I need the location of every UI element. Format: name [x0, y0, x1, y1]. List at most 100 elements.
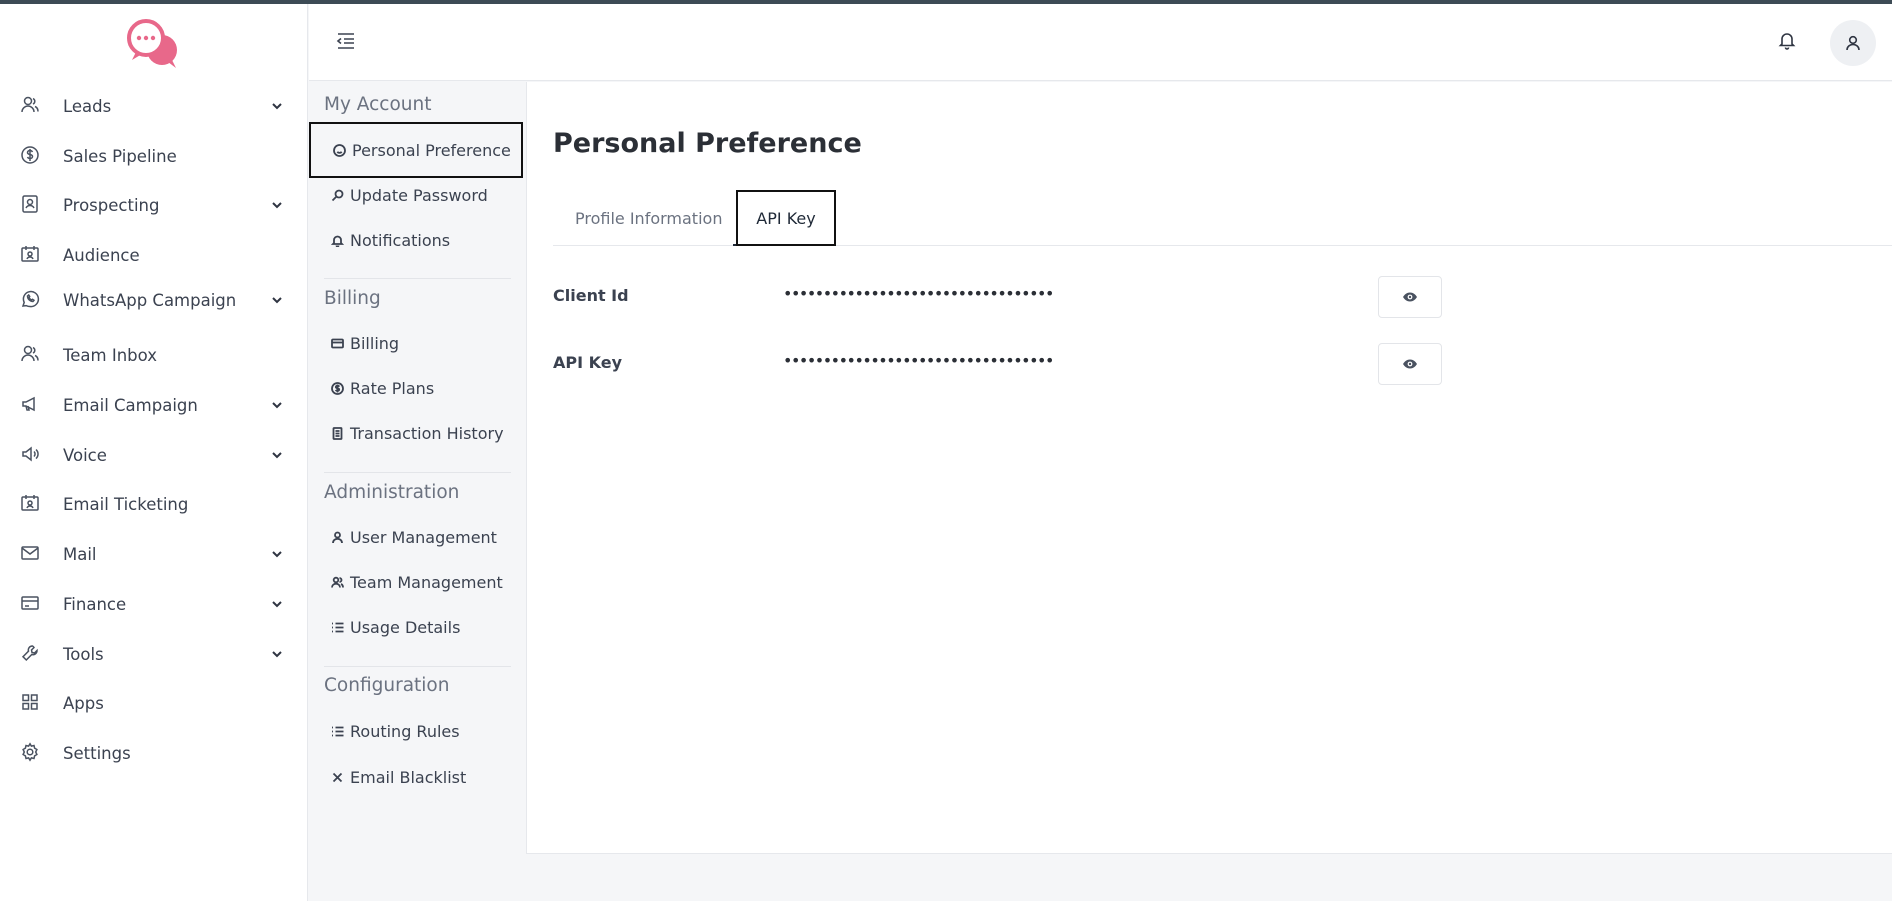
- sidebar-item-finance[interactable]: Finance: [0, 584, 308, 624]
- sidebar-item-audience[interactable]: Audience: [0, 235, 308, 275]
- submenu-item-email-blacklist[interactable]: Email Blacklist: [331, 762, 466, 792]
- eye-icon: [1403, 292, 1417, 302]
- collapse-menu-button[interactable]: [335, 30, 359, 54]
- sidebar-item-prospecting[interactable]: Prospecting: [0, 185, 308, 225]
- chevron-down-icon[interactable]: [270, 292, 284, 306]
- sidebar-item-label: Audience: [63, 245, 140, 265]
- sidebar-item-label: Sales Pipeline: [63, 146, 177, 166]
- list-icon: [332, 726, 344, 736]
- sidebar-item-mail[interactable]: Mail: [0, 534, 308, 574]
- sidebar-item-email-campaign[interactable]: Email Campaign: [0, 385, 308, 425]
- menu-collapse-icon: [336, 33, 354, 49]
- bell-icon: [1778, 33, 1796, 50]
- main-content: Personal Preference Profile Information …: [526, 82, 1892, 854]
- key-icon: [331, 189, 344, 201]
- submenu-divider: [324, 278, 511, 279]
- user-avatar-button[interactable]: [1830, 20, 1876, 66]
- main-sidebar: Leads Sales Pipeline Prospecting Audienc…: [0, 4, 308, 901]
- submenu-item-label: Update Password: [350, 185, 488, 205]
- submenu-item-update-password[interactable]: Update Password: [331, 180, 488, 210]
- close-icon: [332, 772, 343, 782]
- section-title-billing: Billing: [324, 288, 381, 309]
- submenu-item-notifications[interactable]: Notifications: [331, 225, 450, 255]
- section-title-my-account: My Account: [324, 94, 432, 115]
- submenu-divider: [324, 472, 511, 473]
- app-logo[interactable]: [124, 16, 182, 70]
- submenu-item-user-management[interactable]: User Management: [331, 522, 497, 552]
- submenu-item-routing-rules[interactable]: Routing Rules: [331, 716, 460, 746]
- receipt-icon: [332, 426, 343, 440]
- dollar-circle-icon: [331, 381, 344, 395]
- chevron-down-icon[interactable]: [270, 546, 284, 560]
- toggle-client-id-visibility-button[interactable]: [1378, 276, 1442, 318]
- sidebar-item-label: Voice: [63, 445, 107, 465]
- calendar-user-icon: [20, 493, 42, 515]
- submenu-item-label: Billing: [350, 333, 400, 353]
- smile-icon: [333, 143, 346, 157]
- submenu-item-team-management[interactable]: Team Management: [331, 567, 503, 597]
- submenu-item-rate-plans[interactable]: Rate Plans: [331, 373, 434, 403]
- submenu-item-label: Routing Rules: [350, 721, 460, 741]
- toggle-api-key-visibility-button[interactable]: [1378, 343, 1442, 385]
- tab-api-key[interactable]: API Key: [736, 190, 836, 246]
- sidebar-item-tools[interactable]: Tools: [0, 634, 308, 674]
- sidebar-item-label: Prospecting: [63, 195, 160, 215]
- grid-icon: [20, 692, 42, 714]
- sidebar-item-apps[interactable]: Apps: [0, 683, 308, 723]
- tab-profile-information[interactable]: Profile Information: [575, 190, 722, 246]
- envelope-icon: [20, 543, 42, 565]
- submenu-item-personal-preference[interactable]: Personal Preference: [309, 122, 523, 178]
- credit-card-icon: [20, 593, 42, 615]
- submenu-item-label: Transaction History: [350, 423, 504, 443]
- megaphone-icon: [20, 394, 42, 416]
- sidebar-item-label: Team Inbox: [63, 345, 158, 365]
- api-key-row: API Key ••••••••••••••••••••••••••••••••…: [553, 343, 1442, 385]
- chevron-down-icon[interactable]: [270, 98, 284, 112]
- preference-tabs: Profile Information API Key: [553, 190, 1892, 246]
- submenu-item-usage-details[interactable]: Usage Details: [331, 612, 460, 642]
- credit-card-icon: [331, 338, 344, 348]
- notifications-button[interactable]: [1777, 30, 1801, 54]
- users-icon: [20, 344, 42, 366]
- bell-icon: [331, 235, 344, 247]
- sidebar-item-team-inbox[interactable]: Team Inbox: [0, 335, 308, 375]
- sidebar-item-label: Apps: [63, 693, 104, 713]
- eye-icon: [1403, 359, 1417, 369]
- sidebar-item-label: Mail: [63, 544, 97, 564]
- submenu-item-label: Notifications: [350, 230, 451, 250]
- api-key-value: ••••••••••••••••••••••••••••••••••: [783, 351, 1054, 370]
- sidebar-item-whatsapp-campaign[interactable]: WhatsApp Campaign: [0, 280, 308, 320]
- submenu-item-billing[interactable]: Billing: [331, 328, 399, 358]
- sidebar-item-label: Settings: [63, 743, 131, 763]
- user-icon: [1846, 35, 1860, 51]
- chevron-down-icon[interactable]: [270, 197, 284, 211]
- sidebar-item-sales-pipeline[interactable]: Sales Pipeline: [0, 136, 308, 176]
- sidebar-item-label: Tools: [63, 644, 104, 664]
- chevron-down-icon[interactable]: [270, 397, 284, 411]
- calendar-user-icon: [20, 244, 42, 266]
- chat-bubbles-logo-icon: [127, 19, 177, 68]
- sidebar-item-label: Finance: [63, 594, 127, 614]
- chevron-down-icon[interactable]: [270, 447, 284, 461]
- client-id-row: Client Id ••••••••••••••••••••••••••••••…: [553, 276, 1442, 318]
- user-icon: [332, 531, 343, 543]
- sidebar-item-email-ticketing[interactable]: Email Ticketing: [0, 484, 308, 524]
- submenu-item-label: Email Blacklist: [350, 767, 467, 787]
- whatsapp-icon: [20, 289, 42, 311]
- chevron-down-icon[interactable]: [270, 596, 284, 610]
- submenu-item-label: Personal Preference: [352, 140, 511, 160]
- api-key-label: API Key: [553, 353, 623, 372]
- submenu-item-label: Rate Plans: [350, 378, 435, 398]
- submenu-item-label: Usage Details: [350, 617, 461, 637]
- submenu-item-transaction-history[interactable]: Transaction History: [331, 418, 504, 448]
- sidebar-item-label: Email Campaign: [63, 395, 198, 415]
- client-id-label: Client Id: [553, 286, 629, 305]
- speaker-icon: [20, 444, 42, 466]
- settings-submenu: My Account Personal Preference Update Pa…: [309, 82, 525, 901]
- sidebar-item-leads[interactable]: Leads: [0, 86, 308, 126]
- sidebar-item-label: Email Ticketing: [63, 494, 189, 514]
- wrench-icon: [20, 643, 42, 665]
- sidebar-item-settings[interactable]: Settings: [0, 733, 308, 773]
- chevron-down-icon[interactable]: [270, 646, 284, 660]
- sidebar-item-voice[interactable]: Voice: [0, 435, 308, 475]
